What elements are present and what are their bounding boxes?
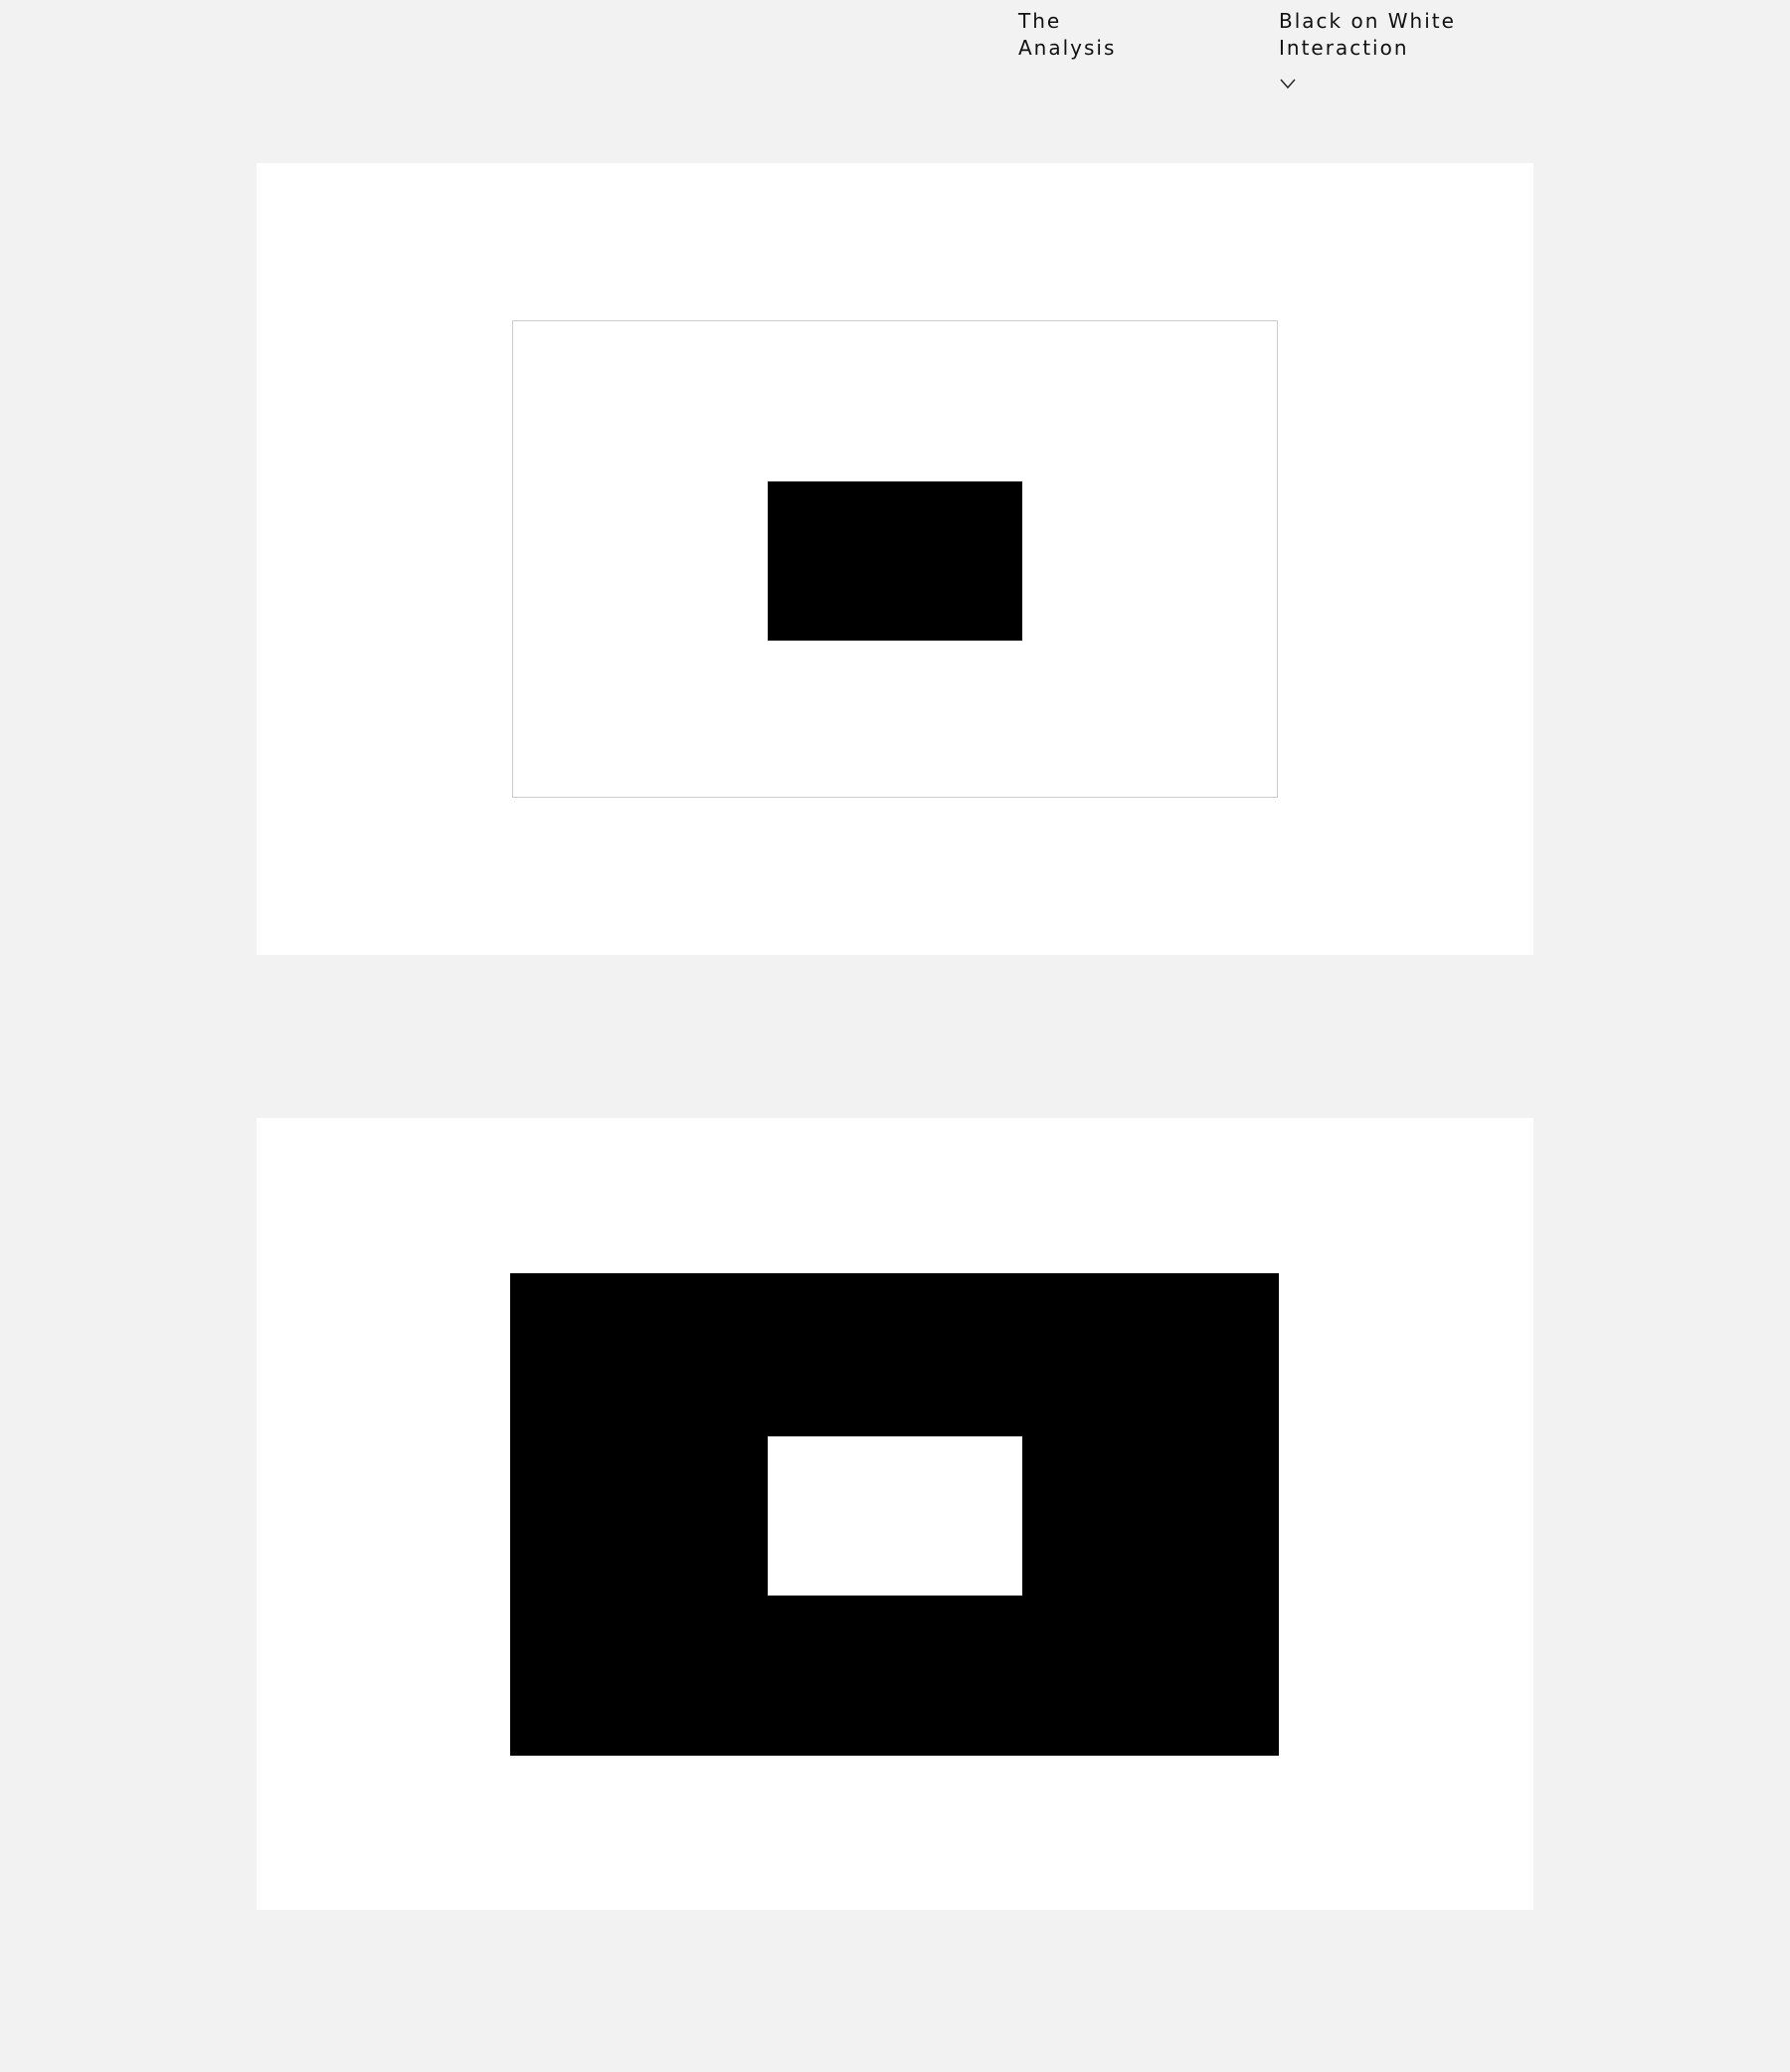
chevron-down-icon[interactable] bbox=[1279, 74, 1297, 92]
figure-panel-black-on-white bbox=[257, 163, 1533, 955]
nav-link-black-on-white-interaction[interactable]: Black on White Interaction bbox=[1279, 8, 1456, 62]
nav-link-line: Black on White bbox=[1279, 9, 1456, 33]
nav-link-the-analysis[interactable]: The Analysis bbox=[1018, 8, 1116, 62]
black-rectangle bbox=[768, 481, 1022, 641]
nav-link-line: The bbox=[1018, 9, 1062, 33]
figure-panel-white-on-black bbox=[257, 1118, 1533, 1910]
white-rectangle bbox=[768, 1436, 1022, 1596]
nav-link-line: Analysis bbox=[1018, 36, 1117, 60]
nav-link-line: Interaction bbox=[1279, 36, 1409, 60]
